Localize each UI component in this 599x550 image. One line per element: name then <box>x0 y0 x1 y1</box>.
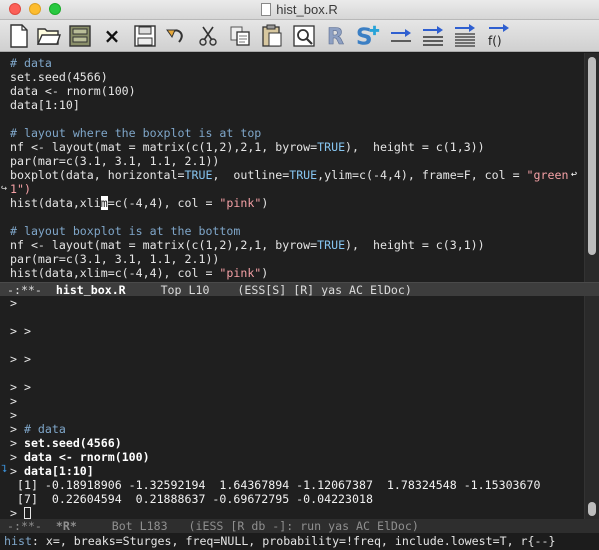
undo-button[interactable] <box>163 23 189 49</box>
modeline-position: Top L10 <box>160 283 210 297</box>
close-buffer-button[interactable]: × <box>99 23 125 49</box>
svg-text:S: S <box>356 23 373 50</box>
cut-button[interactable] <box>195 23 221 49</box>
code-line: # layout where the boxplot is at top <box>10 126 262 140</box>
save-drawer-icon <box>69 25 91 47</box>
echo-signature: : x=, breaks=Sturges, freq=NULL, probabi… <box>31 534 556 548</box>
search-button[interactable] <box>291 23 317 49</box>
echo-area: hist: x=, breaks=Sturges, freq=NULL, pro… <box>0 533 599 550</box>
code-line: par(mar=c(3.1, 3.1, 1.1, 2.1)) <box>10 252 220 266</box>
search-icon <box>293 25 315 47</box>
editor-mode-line: -:**- hist_box.R Top L10 (ESS[S] [R] yas… <box>0 282 599 297</box>
window-title: hist_box.R <box>276 2 338 17</box>
echo-function-name: hist <box>4 534 32 548</box>
console-scrollbar[interactable] <box>584 296 599 519</box>
svg-text:R: R <box>327 25 344 48</box>
eval-function-button[interactable]: f() <box>484 23 514 49</box>
console-line: > > <box>10 380 31 394</box>
s-button[interactable]: S <box>355 23 381 50</box>
undo-icon <box>166 29 183 43</box>
console-cursor <box>23 507 31 519</box>
code-line: data[1:10] <box>10 98 80 112</box>
eval-line-button[interactable] <box>388 23 414 49</box>
open-folder-icon <box>37 28 61 45</box>
r-button[interactable]: R <box>324 23 350 49</box>
eval-function-icon: f() <box>488 34 502 48</box>
modeline-position: Bot L183 <box>111 519 168 533</box>
new-file-button[interactable] <box>6 23 32 49</box>
editor-scrollbar[interactable] <box>584 53 599 282</box>
modeline-modes[interactable]: (ESS[S] [R] yas AC ElDoc) <box>237 283 412 297</box>
cut-icon <box>199 26 217 46</box>
line-wrap-icon: ↩ <box>571 169 578 180</box>
text-cursor: m <box>100 196 108 210</box>
console-line: > <box>10 408 17 422</box>
copy-icon <box>230 26 250 46</box>
console-line: > > <box>10 324 31 338</box>
console-line: > > <box>10 352 31 366</box>
copy-button[interactable] <box>227 23 253 49</box>
console-output-line: [7] 0.22604594 0.21888637 -0.69672795 -0… <box>10 492 373 506</box>
dired-button[interactable] <box>67 23 93 49</box>
eval-region-button[interactable] <box>420 23 446 49</box>
modeline-status: -:**- <box>6 283 42 297</box>
console-mode-line: -:**- *R* Bot L183 (iESS [R db -]: run y… <box>0 519 599 533</box>
console-input-line: > data[1:10] <box>10 464 94 478</box>
eval-buffer-icon <box>455 24 475 47</box>
console-line: > <box>10 394 17 408</box>
window-title-wrap: hist_box.R <box>0 2 599 17</box>
code-line: nf <- layout(mat = matrix(c(1,2),2,1, by… <box>10 238 485 252</box>
emacs-window: hist_box.R × R S f() # data set.seed(456… <box>0 0 599 550</box>
modeline-buffer-name[interactable]: hist_box.R <box>56 283 126 297</box>
modeline-buffer-name[interactable]: *R* <box>56 519 77 533</box>
code-line: set.seed(4566) <box>10 70 108 84</box>
code-line: boxplot(data, horizontal=TRUE, outline=T… <box>10 168 569 182</box>
title-bar: hist_box.R <box>0 0 599 20</box>
code-line: par(mar=c(3.1, 3.1, 1.1, 2.1)) <box>10 154 220 168</box>
r-console-pane[interactable]: > > > > > > > > > > # data > set.seed(45… <box>0 296 584 520</box>
code-line: 1") <box>10 182 31 196</box>
close-icon: × <box>103 24 121 48</box>
code-line: # layout boxplot is at the bottom <box>10 224 241 238</box>
paste-icon <box>262 24 282 47</box>
code-line: # data <box>10 56 52 70</box>
console-input-line: > data <- rnorm(100) <box>10 450 150 464</box>
console-scroll-thumb[interactable] <box>588 502 596 516</box>
r-logo-icon: R <box>327 25 345 48</box>
eval-line-icon <box>391 29 411 42</box>
code-line-current: hist(data,xlim=c(-4,4), col = "pink") <box>10 196 269 210</box>
modeline-modes[interactable]: (iESS [R db -]: run yas AC ElDoc) <box>189 519 419 533</box>
console-line: > <box>10 296 17 310</box>
code-line: hist(data,xlim=c(-4,4), col = "pink") <box>10 266 269 280</box>
editor-pane[interactable]: # data set.seed(4566) data <- rnorm(100)… <box>0 53 584 282</box>
eval-region-icon <box>423 26 443 46</box>
console-output-line: [1] -0.18918906 -1.32592194 1.64367894 -… <box>10 478 541 492</box>
console-input-line: > set.seed(4566) <box>10 436 122 450</box>
eval-buffer-button[interactable] <box>452 23 478 49</box>
open-folder-button[interactable] <box>36 23 62 49</box>
code-line: nf <- layout(mat = matrix(c(1,2),2,1, by… <box>10 140 485 154</box>
toolbar: × R S f() <box>0 20 599 52</box>
console-prompt-line[interactable]: > <box>10 506 31 520</box>
arrow-fringe-icon: ⮧ <box>1 464 7 475</box>
s-logo-icon: S <box>356 23 380 50</box>
continuation-icon: ↪ <box>1 183 8 194</box>
paste-button[interactable] <box>259 23 285 49</box>
new-file-icon <box>10 24 28 48</box>
document-icon <box>261 3 272 16</box>
save-button[interactable] <box>132 23 158 49</box>
modeline-status: -:**- <box>6 519 42 533</box>
console-input-line: > # data <box>10 422 66 436</box>
code-line: data <- rnorm(100) <box>10 84 136 98</box>
floppy-save-icon <box>134 25 156 47</box>
editor-scroll-thumb[interactable] <box>588 57 596 255</box>
